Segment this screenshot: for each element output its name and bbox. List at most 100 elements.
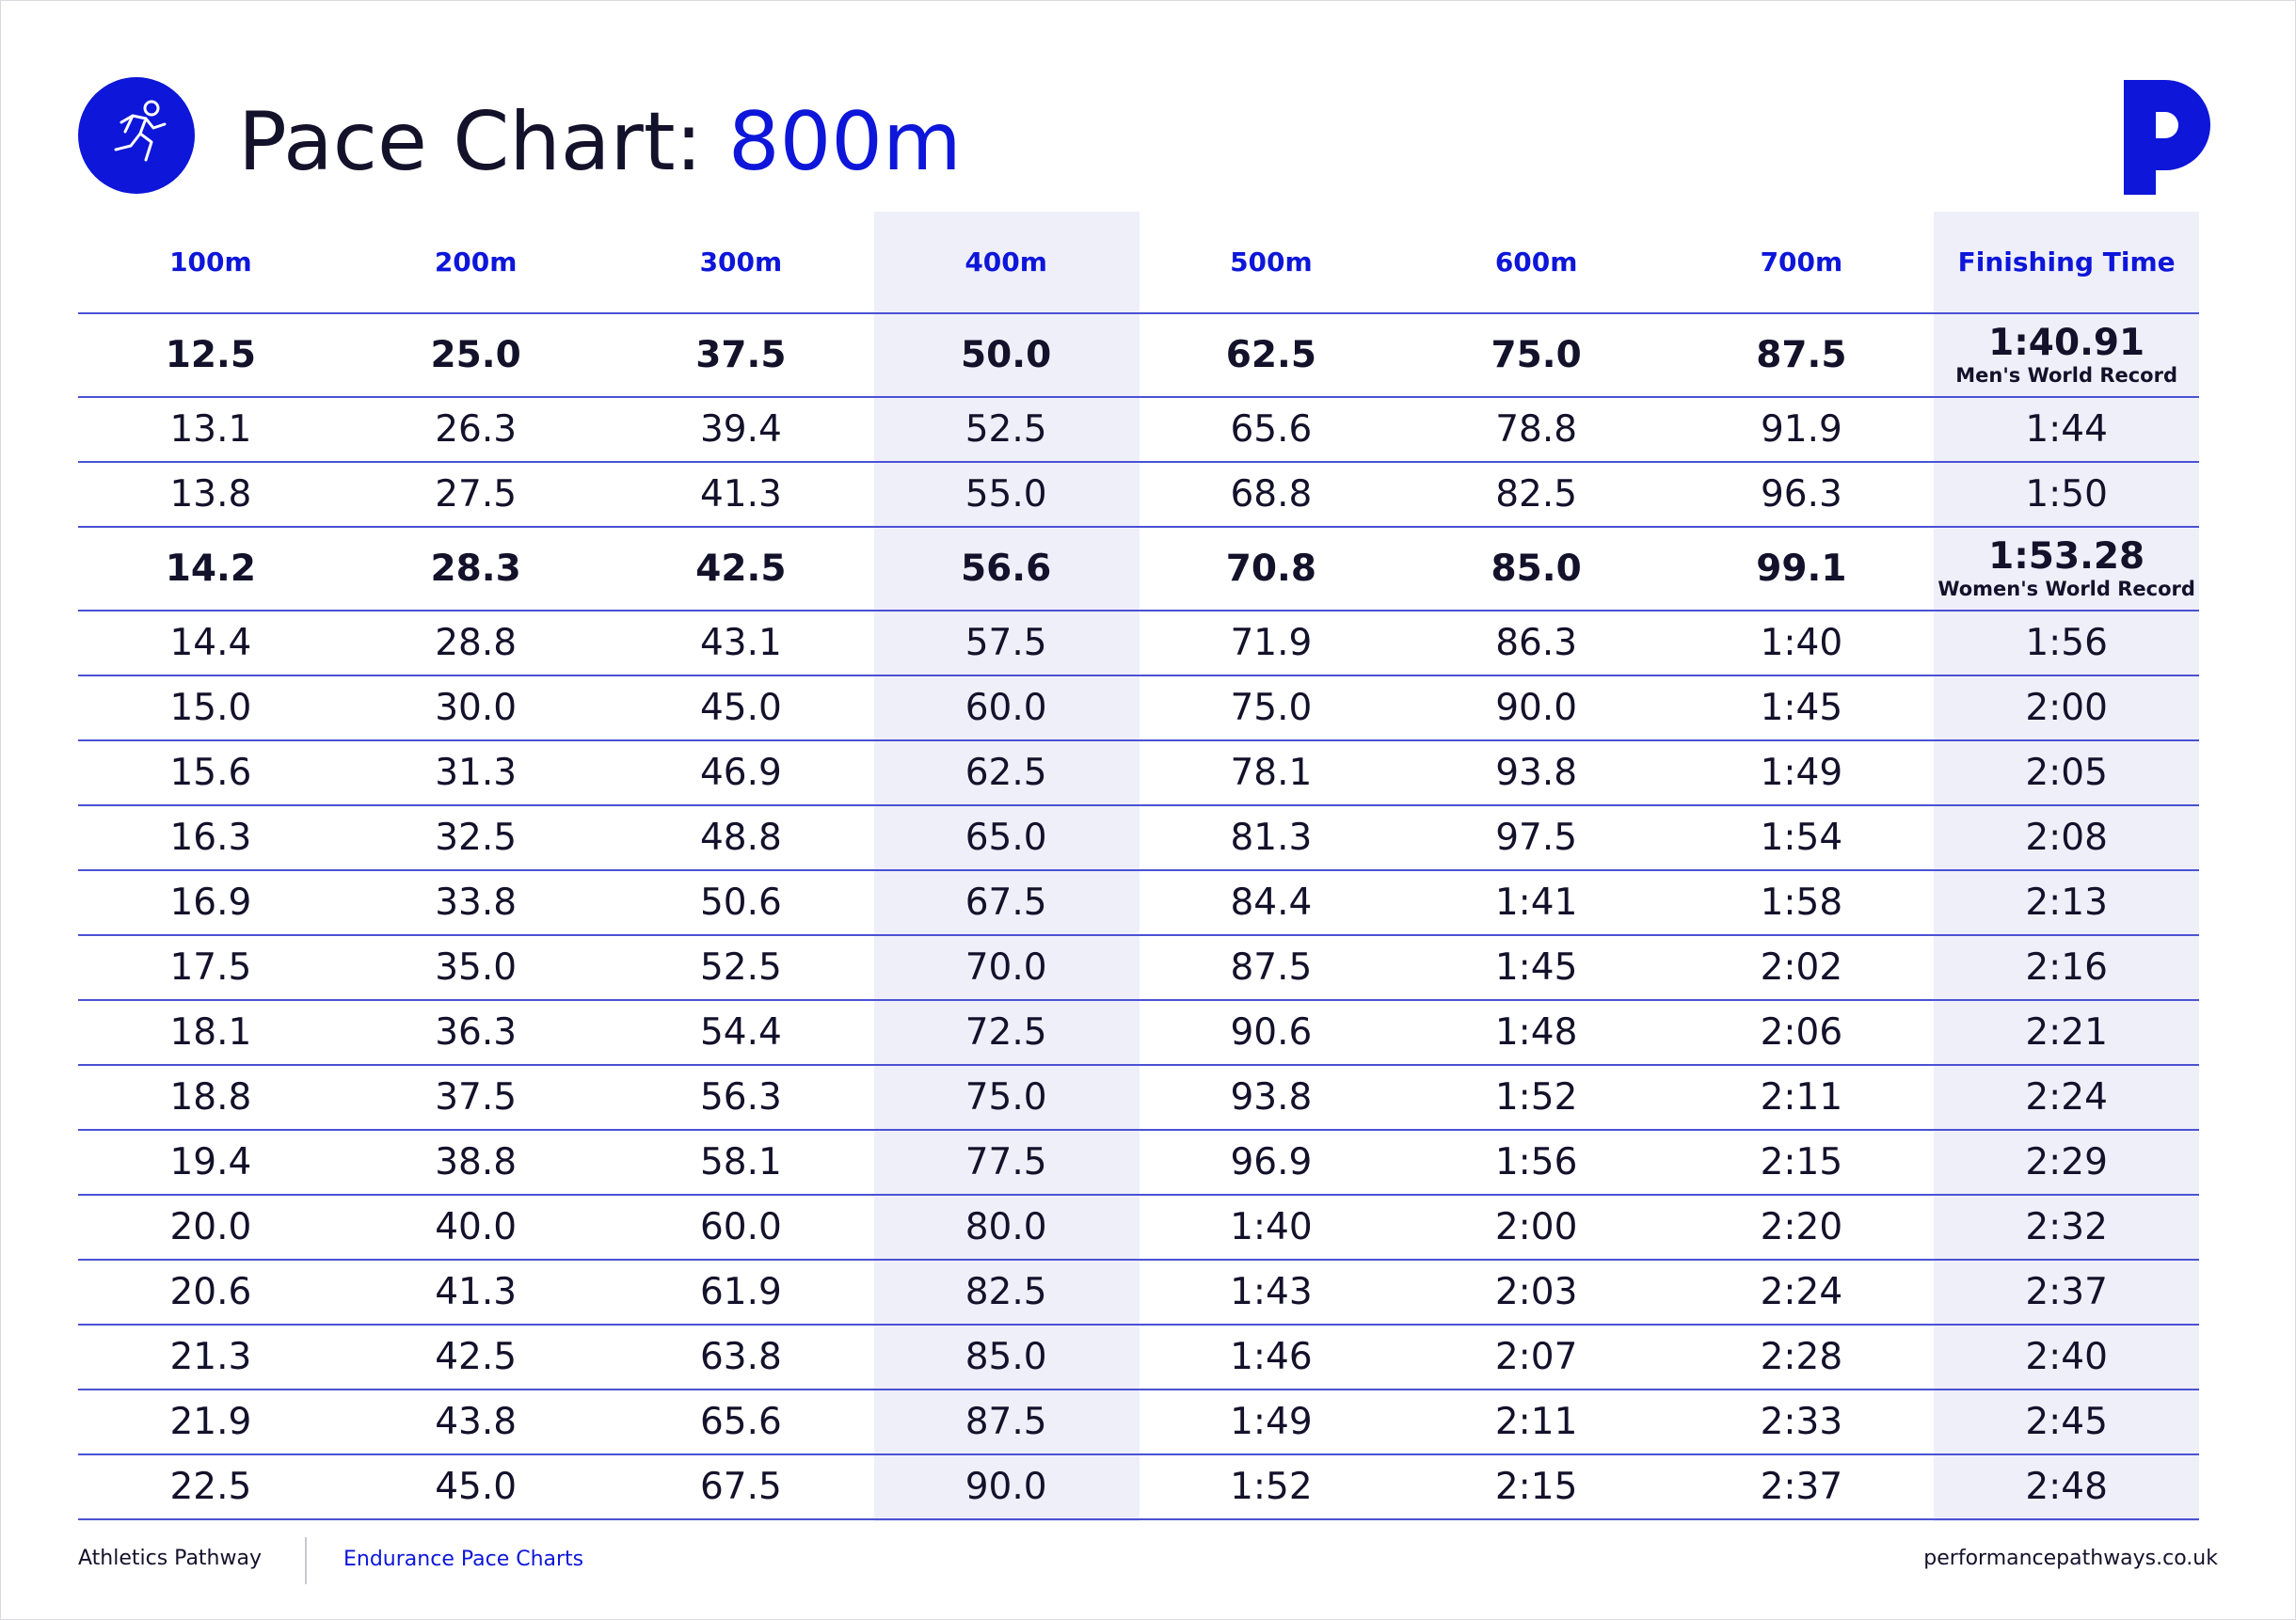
finishing-time-value: 2:05 — [2025, 752, 2108, 794]
split-cell: 21.9 — [78, 1390, 343, 1455]
split-cell: 26.3 — [343, 397, 609, 463]
record-note: Men's World Record — [1955, 364, 2177, 387]
finishing-time-cell: 2:40 — [1934, 1325, 2199, 1390]
split-cell: 22.5 — [78, 1454, 343, 1520]
finishing-time-value: 2:00 — [2025, 687, 2108, 729]
column-header: Finishing Time — [1934, 212, 2199, 314]
split-cell: 70.0 — [873, 935, 1139, 1001]
table-row-record: 12.5 25.0 37.5 50.0 62.5 75.0 87.5 1:40.91 Men's… — [78, 313, 2199, 398]
split-cell: 17.5 — [78, 935, 343, 1001]
split-cell: 78.8 — [1403, 397, 1669, 463]
split-cell: 96.3 — [1668, 462, 1935, 528]
split-cell: 2:37 — [1668, 1454, 1935, 1520]
split-cell: 27.5 — [343, 462, 609, 528]
finishing-time-cell: 2:13 — [1934, 870, 2199, 936]
table-row: 20.6 41.3 61.9 82.5 1:43 2:03 2:24 2:37 — [78, 1260, 2199, 1326]
finishing-time-value: 2:32 — [2025, 1206, 2108, 1248]
split-cell: 86.3 — [1403, 611, 1669, 676]
split-cell: 1:45 — [1668, 675, 1935, 741]
split-cell: 28.3 — [343, 527, 609, 611]
finishing-time-value: 2:13 — [2025, 881, 2108, 924]
split-cell: 68.8 — [1139, 462, 1404, 528]
split-cell: 41.3 — [343, 1260, 609, 1326]
finishing-time-cell: 2:29 — [1934, 1130, 2199, 1196]
split-cell: 28.8 — [343, 611, 609, 676]
finishing-time-cell: 1:40.91 Men's World Record — [1934, 313, 2199, 398]
split-cell: 14.4 — [78, 611, 343, 676]
finishing-time-value: 2:21 — [2025, 1011, 2108, 1054]
split-cell: 1:41 — [1403, 870, 1669, 936]
split-cell: 2:07 — [1403, 1325, 1669, 1390]
split-cell: 52.5 — [873, 397, 1139, 463]
finishing-time-cell: 1:53.28 Women's World Record — [1934, 527, 2199, 611]
finishing-time-cell: 2:32 — [1934, 1195, 2199, 1261]
split-cell: 85.0 — [873, 1325, 1139, 1390]
footer-section-link[interactable]: Endurance Pace Charts — [343, 1548, 583, 1571]
finishing-time-cell: 2:24 — [1934, 1065, 2199, 1131]
split-cell: 77.5 — [873, 1130, 1139, 1196]
table-row: 19.4 38.8 58.1 77.5 96.9 1:56 2:15 2:29 — [78, 1130, 2199, 1196]
split-cell: 38.8 — [343, 1130, 609, 1196]
finishing-time-value: 1:56 — [2025, 622, 2108, 664]
footer-divider — [305, 1537, 307, 1584]
footer-website-link[interactable]: performancepathways.co.uk — [1923, 1547, 2218, 1570]
split-cell: 96.9 — [1139, 1130, 1404, 1196]
finishing-time-cell: 2:16 — [1934, 935, 2199, 1001]
finishing-time-value: 2:40 — [2025, 1336, 2108, 1378]
split-cell: 2:24 — [1668, 1260, 1935, 1326]
split-cell: 67.5 — [608, 1454, 874, 1520]
split-cell: 2:33 — [1668, 1390, 1935, 1455]
split-cell: 75.0 — [873, 1065, 1139, 1131]
split-cell: 72.5 — [873, 1000, 1139, 1066]
split-cell: 16.9 — [78, 870, 343, 936]
table-body: 12.5 25.0 37.5 50.0 62.5 75.0 87.5 1:40.91 Men's… — [78, 313, 2199, 1520]
split-cell: 2:03 — [1403, 1260, 1669, 1326]
table-row: 17.5 35.0 52.5 70.0 87.5 1:45 2:02 2:16 — [78, 935, 2199, 1001]
split-cell: 2:02 — [1668, 935, 1935, 1001]
table-row: 22.5 45.0 67.5 90.0 1:52 2:15 2:37 2:48 — [78, 1454, 2199, 1520]
split-cell: 90.0 — [873, 1454, 1139, 1520]
split-cell: 1:40 — [1668, 611, 1935, 676]
split-cell: 18.1 — [78, 1000, 343, 1066]
split-cell: 65.6 — [1139, 397, 1404, 463]
split-cell: 1:49 — [1139, 1390, 1404, 1455]
split-cell: 2:11 — [1668, 1065, 1935, 1131]
table-row: 18.1 36.3 54.4 72.5 90.6 1:48 2:06 2:21 — [78, 1000, 2199, 1066]
split-cell: 1:45 — [1403, 935, 1669, 1001]
split-cell: 2:28 — [1668, 1325, 1935, 1390]
split-cell: 19.4 — [78, 1130, 343, 1196]
split-cell: 35.0 — [343, 935, 609, 1001]
split-cell: 90.6 — [1139, 1000, 1404, 1066]
finishing-time-value: 2:45 — [2025, 1401, 2108, 1443]
split-cell: 84.4 — [1139, 870, 1404, 936]
split-cell: 43.8 — [343, 1390, 609, 1455]
column-header: 200m — [343, 212, 609, 314]
split-cell: 61.9 — [608, 1260, 874, 1326]
finishing-time-cell: 2:00 — [1934, 675, 2199, 741]
finishing-time-value: 2:08 — [2025, 817, 2108, 859]
split-cell: 45.0 — [608, 675, 874, 741]
split-cell: 37.5 — [608, 313, 874, 398]
table-row: 21.3 42.5 63.8 85.0 1:46 2:07 2:28 2:40 — [78, 1325, 2199, 1390]
split-cell: 30.0 — [343, 675, 609, 741]
split-cell: 81.3 — [1139, 805, 1404, 871]
finishing-time-cell: 2:21 — [1934, 1000, 2199, 1066]
split-cell: 62.5 — [873, 740, 1139, 806]
table-row: 13.8 27.5 41.3 55.0 68.8 82.5 96.3 1:50 — [78, 462, 2199, 528]
split-cell: 99.1 — [1668, 527, 1935, 611]
split-cell: 45.0 — [343, 1454, 609, 1520]
split-cell: 1:46 — [1139, 1325, 1404, 1390]
split-cell: 90.0 — [1403, 675, 1669, 741]
column-header: 700m — [1668, 212, 1935, 314]
split-cell: 14.2 — [78, 527, 343, 611]
split-cell: 1:43 — [1139, 1260, 1404, 1326]
pace-chart-page: Pace Chart: 800m 100m 200m 300m 400m 500… — [0, 0, 2296, 1620]
split-cell: 87.5 — [873, 1390, 1139, 1455]
split-cell: 62.5 — [1139, 313, 1404, 398]
split-cell: 60.0 — [608, 1195, 874, 1261]
split-cell: 2:11 — [1403, 1390, 1669, 1455]
table-row: 16.9 33.8 50.6 67.5 84.4 1:41 1:58 2:13 — [78, 870, 2199, 936]
split-cell: 2:06 — [1668, 1000, 1935, 1066]
title-accent: 800m — [727, 95, 962, 189]
finishing-time-value: 2:48 — [2025, 1466, 2108, 1508]
